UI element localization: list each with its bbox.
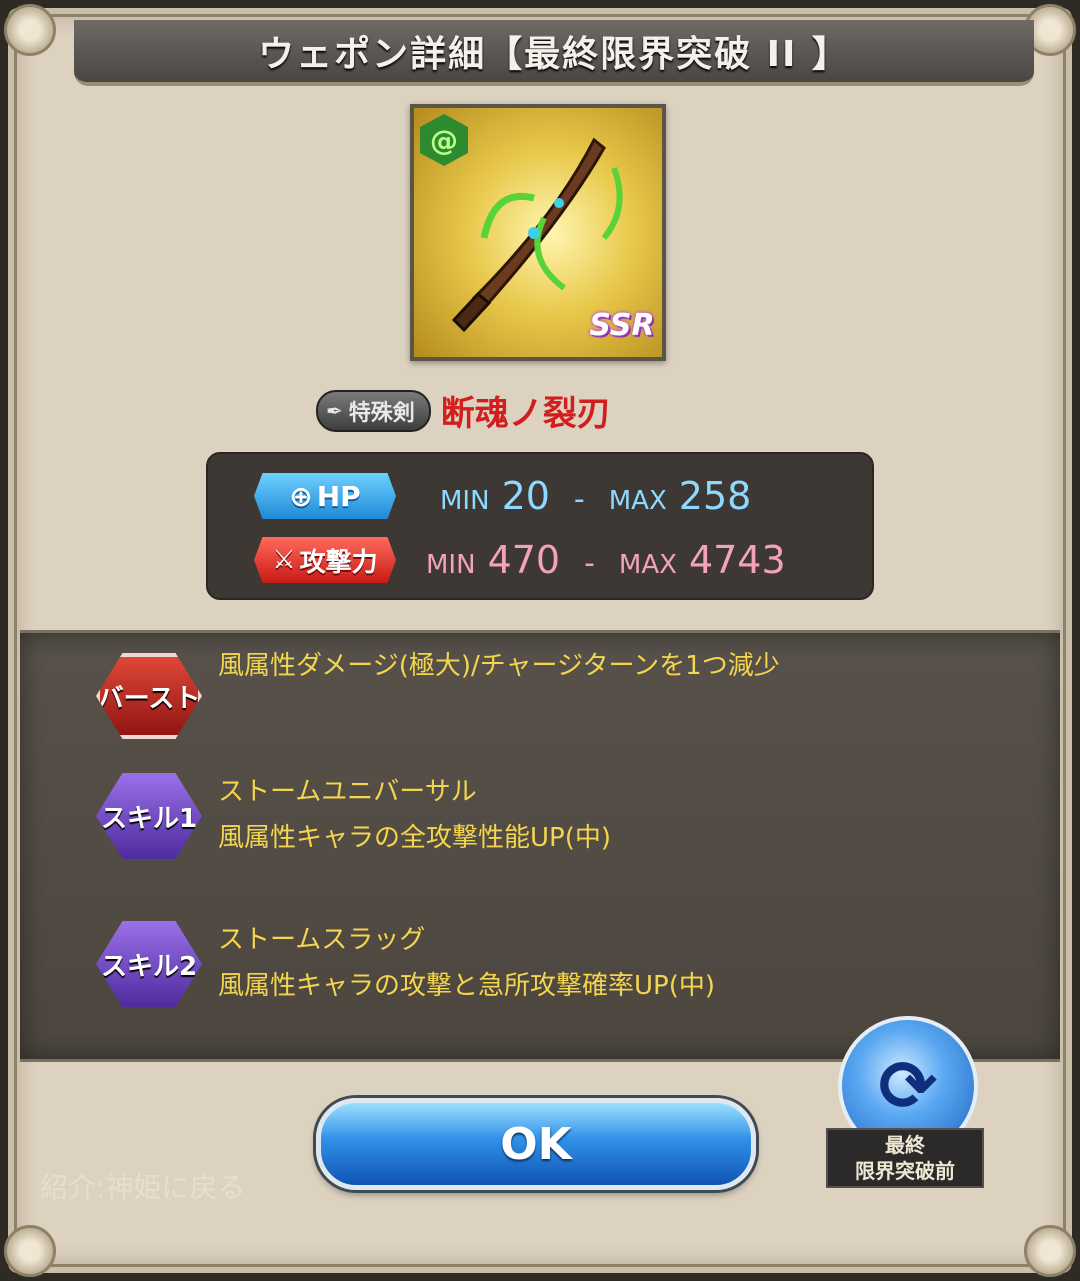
hp-label-badge: ⊕ HP (254, 473, 396, 519)
atk-max-value: 4743 (688, 538, 786, 582)
burst-skill-row: バースト 風属性ダメージ(極大)/チャージターンを1つ減少 (96, 651, 780, 739)
skill1-badge: スキル1 (96, 773, 202, 859)
skill1-row: スキル1 ストームユニバーサル 風属性キャラの全攻撃性能UP(中) (96, 773, 611, 861)
atk-max-label: MAX (618, 550, 677, 580)
corner-ornament (4, 4, 56, 56)
dialog-title-bar: ウェポン詳細【最終限界突破 II 】 (74, 20, 1034, 86)
skill1-description: 風属性キャラの全攻撃性能UP(中) (218, 823, 611, 853)
weapon-type-badge: ✒ 特殊剣 (316, 389, 431, 432)
atk-min-label: MIN (426, 550, 476, 580)
skills-panel: バースト 風属性ダメージ(極大)/チャージターンを1つ減少 スキル1 ストームユ… (20, 630, 1060, 1062)
skill2-badge: スキル2 (96, 921, 202, 1007)
uncap-toggle-label[interactable]: 最終 限界突破前 (826, 1128, 984, 1188)
skill2-row: スキル2 ストームスラッグ 風属性キャラの攻撃と急所攻撃確率UP(中) (96, 921, 715, 1009)
atk-label: 攻撃力 (299, 547, 378, 578)
weapon-name: 断魂ノ裂刃 (440, 394, 611, 434)
burst-description: 風属性ダメージ(極大)/チャージターンを1つ減少 (218, 651, 780, 681)
hp-max-label: MAX (608, 486, 667, 516)
hp-stat-row: ⊕ HP MIN 20 - MAX 258 (208, 466, 751, 526)
background-return-text: 紹介:神姫に戻る (40, 1171, 246, 1204)
atk-separator: - (584, 546, 595, 581)
hp-separator: - (573, 482, 585, 517)
uncap-label-line1: 最終 (885, 1133, 925, 1157)
corner-ornament (4, 1225, 56, 1277)
atk-min-value: 470 (487, 538, 561, 582)
ok-button[interactable]: OK (316, 1098, 756, 1190)
skill1-name: ストームユニバーサル (218, 777, 477, 807)
dialog-title: ウェポン詳細【最終限界突破 II 】 (258, 34, 850, 75)
weapon-card-image: @ SSR (410, 104, 666, 361)
hp-max-value: 258 (678, 474, 752, 518)
sword-type-icon: ✒ (326, 398, 343, 423)
uncap-label-line2: 限界突破前 (855, 1159, 955, 1183)
corner-ornament (1024, 1225, 1076, 1277)
atk-label-badge: ⚔ 攻撃力 (254, 537, 396, 583)
ssr-rarity-badge: SSR (589, 307, 655, 343)
refresh-cycle-icon: ⟳ (878, 1045, 938, 1127)
sword-icon: ⚔ (272, 545, 296, 575)
hp-label: HP (316, 479, 361, 513)
weapon-type-label: 特殊剣 (348, 400, 415, 426)
hp-min-value: 20 (501, 474, 550, 518)
skill2-name: ストームスラッグ (218, 925, 426, 955)
skill2-description: 風属性キャラの攻撃と急所攻撃確率UP(中) (218, 971, 715, 1001)
burst-badge: バースト (96, 653, 202, 739)
stats-panel: ⊕ HP MIN 20 - MAX 258 ⚔ 攻撃力 MIN 470 - MA… (206, 452, 874, 600)
hp-min-label: MIN (440, 486, 490, 516)
plus-icon: ⊕ (289, 479, 313, 513)
atk-stat-row: ⚔ 攻撃力 MIN 470 - MAX 4743 (208, 530, 786, 590)
weapon-name-row: ✒ 特殊剣 断魂ノ裂刃 (316, 386, 611, 435)
